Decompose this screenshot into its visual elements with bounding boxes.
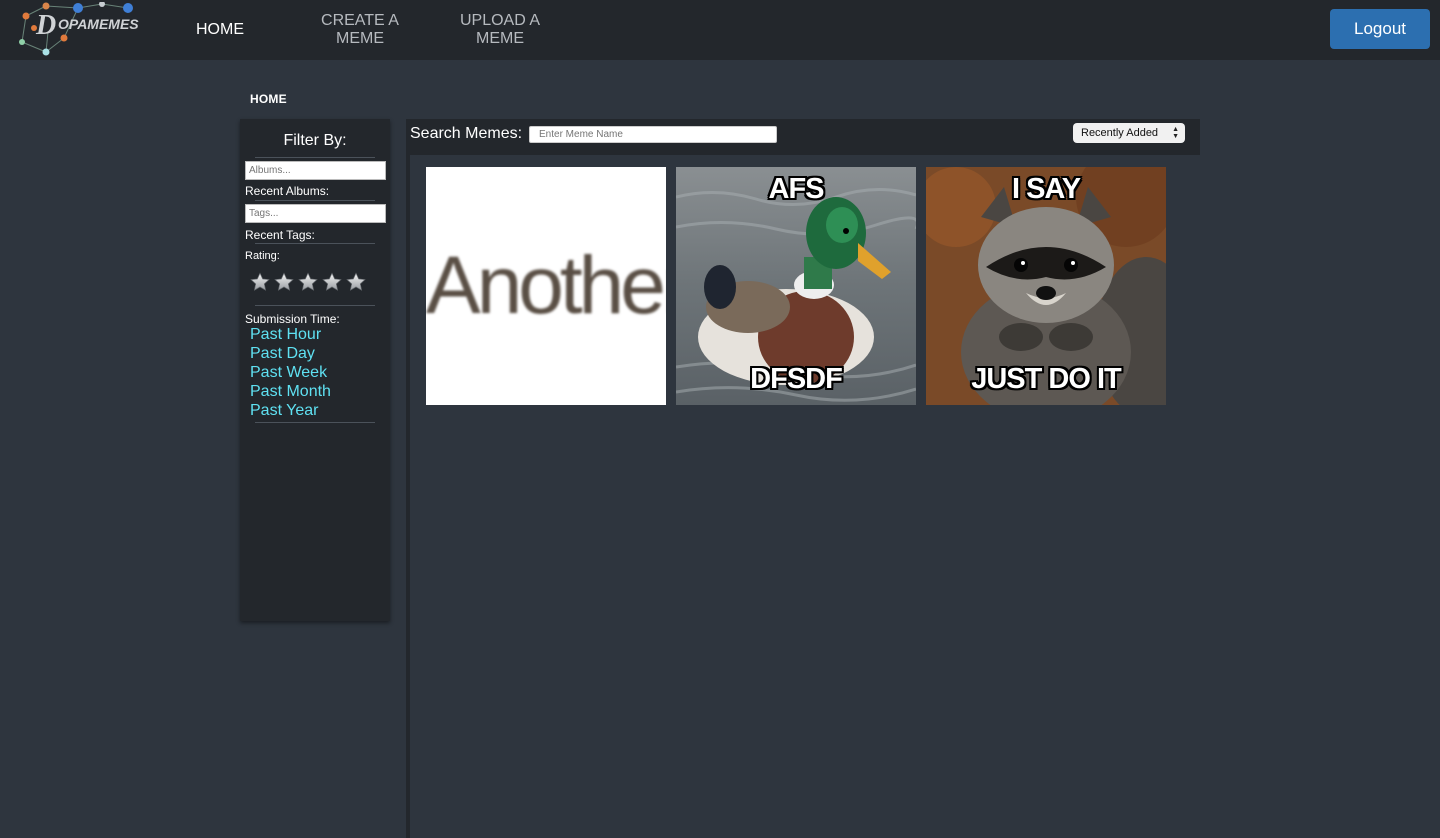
meme-top-text: AFS bbox=[768, 173, 825, 205]
nav-create-label: CREATE A MEME bbox=[321, 12, 399, 47]
filter-past-month[interactable]: Past Month bbox=[250, 383, 331, 401]
meme-bottom-text: DFSDF bbox=[750, 363, 843, 395]
divider bbox=[255, 200, 375, 201]
filter-sidebar: Filter By: Recent Albums: Recent Tags: R… bbox=[240, 119, 390, 621]
star-icon[interactable] bbox=[298, 272, 318, 292]
star-icon[interactable] bbox=[346, 272, 366, 292]
tags-input[interactable] bbox=[245, 204, 386, 223]
molecule-logo-icon: D OPAMEMES bbox=[19, 2, 139, 56]
nav-home-label: HOME bbox=[196, 21, 244, 38]
star-icon[interactable] bbox=[274, 272, 294, 292]
filter-title: Filter By: bbox=[283, 132, 347, 149]
search-input[interactable] bbox=[529, 126, 777, 143]
search-label: Search Memes: bbox=[410, 125, 523, 142]
meme-bottom-text: JUST DO IT bbox=[971, 363, 1122, 395]
content-divider bbox=[406, 155, 410, 838]
divider bbox=[255, 305, 375, 306]
star-icon[interactable] bbox=[322, 272, 342, 292]
search-bar: Search Memes: Recently Added ▲▼ bbox=[406, 119, 1200, 155]
logout-button[interactable]: Logout bbox=[1330, 9, 1430, 49]
meme-card[interactable]: Another bbox=[426, 167, 666, 405]
nav-create-meme[interactable]: CREATE A MEME bbox=[300, 0, 420, 60]
meme-card[interactable]: AFS DFSDF bbox=[676, 167, 916, 405]
meme-text: Another bbox=[426, 240, 666, 331]
meme-card[interactable]: I SAY JUST DO IT bbox=[926, 167, 1166, 405]
nav-upload-meme[interactable]: UPLOAD A MEME bbox=[440, 0, 560, 60]
breadcrumb[interactable]: HOME bbox=[250, 92, 287, 106]
meme-top-text: I SAY bbox=[1011, 173, 1081, 205]
logo-wordmark: OPAMEMES bbox=[58, 16, 139, 32]
filter-past-week[interactable]: Past Week bbox=[250, 364, 327, 382]
nav-upload-label: UPLOAD A MEME bbox=[459, 12, 541, 47]
filter-past-hour[interactable]: Past Hour bbox=[250, 326, 321, 344]
logo-initial: D bbox=[35, 10, 56, 41]
star-icon[interactable] bbox=[250, 272, 270, 292]
recent-tags-label: Recent Tags: bbox=[245, 228, 315, 242]
rating-stars bbox=[250, 272, 366, 292]
divider bbox=[255, 243, 375, 244]
filter-past-day[interactable]: Past Day bbox=[250, 345, 315, 363]
submission-time-label: Submission Time: bbox=[245, 312, 340, 326]
divider bbox=[255, 157, 375, 158]
filter-past-year[interactable]: Past Year bbox=[250, 402, 319, 420]
dopamemes-logo[interactable]: D OPAMEMES bbox=[18, 2, 148, 58]
top-navbar: D OPAMEMES HOME CREATE A MEME UPLOAD A MEM… bbox=[0, 0, 1440, 60]
divider bbox=[255, 422, 375, 423]
sort-select[interactable]: Recently Added ▲ ▼ bbox=[1073, 123, 1185, 143]
rating-label: Rating: bbox=[245, 250, 280, 262]
sort-value: Recently Added bbox=[1081, 127, 1159, 139]
albums-input[interactable] bbox=[245, 161, 386, 180]
recent-albums-label: Recent Albums: bbox=[245, 184, 330, 198]
select-arrows-icon: ▲ ▼ bbox=[1172, 126, 1179, 140]
nav-home[interactable]: HOME bbox=[180, 0, 260, 60]
